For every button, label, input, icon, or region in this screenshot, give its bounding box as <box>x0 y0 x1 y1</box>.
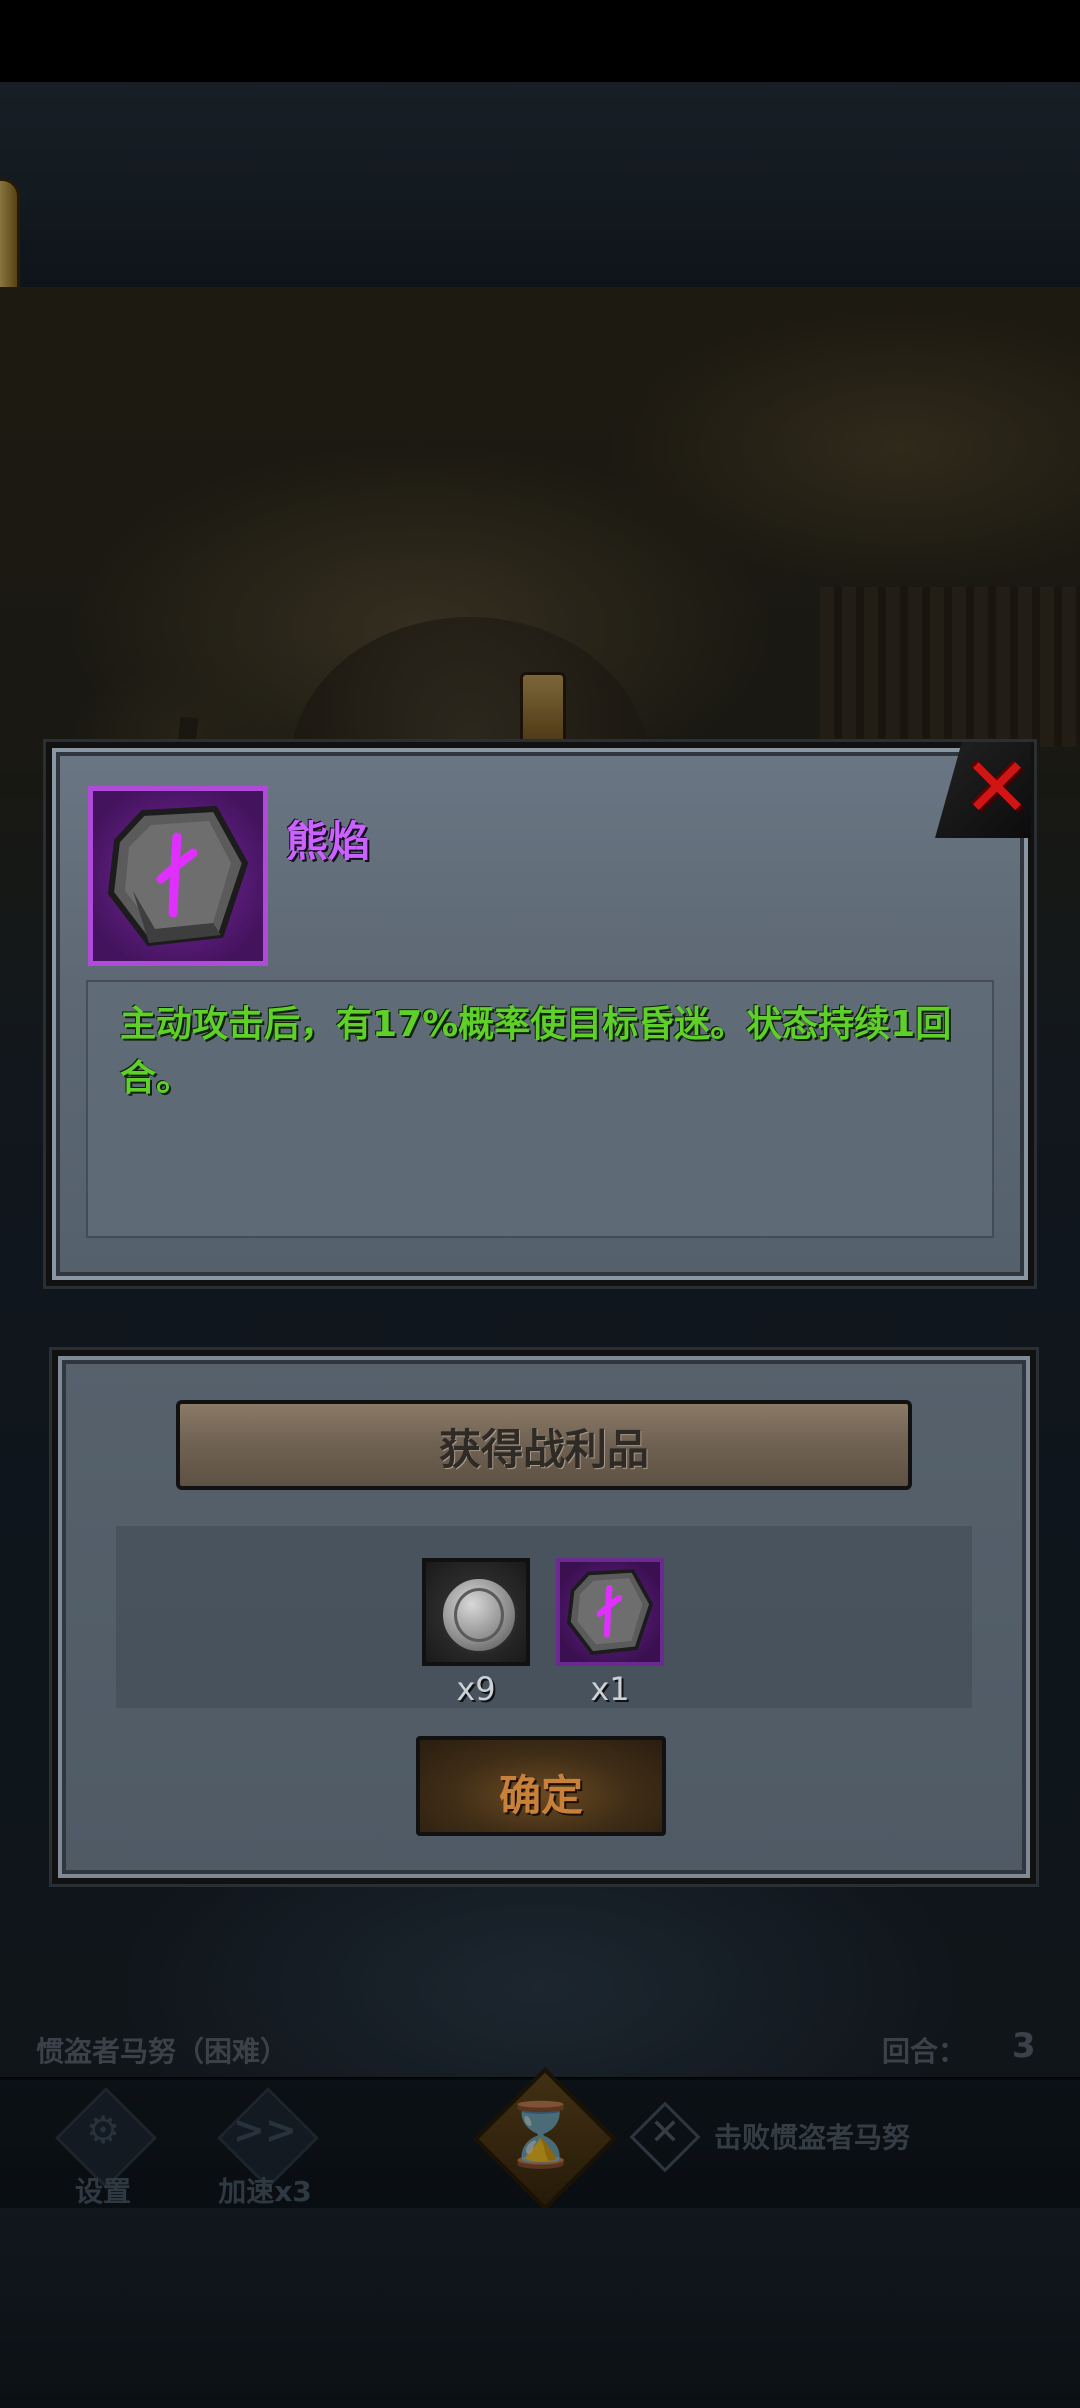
status-bar <box>0 0 1080 82</box>
loot-item-rune-count: x1 <box>590 1670 630 1708</box>
loot-items-strip <box>116 1526 972 1708</box>
rune-description: 主动攻击后，有17%概率使目标昏迷。状态持续1回合。 <box>120 1004 952 1099</box>
loot-item-coin[interactable] <box>422 1558 530 1666</box>
confirm-button-label: 确定 <box>498 1771 583 1820</box>
loot-item-rune[interactable] <box>556 1558 664 1666</box>
loot-title: 获得战利品 <box>438 1425 649 1474</box>
purple-rune-stone-icon <box>88 786 268 966</box>
coin-emblem <box>454 1588 504 1642</box>
close-icon: ✕ <box>962 741 1032 836</box>
rune-name: 熊焰 <box>286 817 371 866</box>
loot-item-coin-count: x9 <box>456 1670 496 1708</box>
game-scene: 惯盗者马努（困难） 回合： 3 ⚙ 设置 >> 加速x3 ⌛ ✕ 击败惯盗者马努… <box>0 0 1080 2408</box>
purple-rune-stone-icon <box>566 1569 654 1656</box>
